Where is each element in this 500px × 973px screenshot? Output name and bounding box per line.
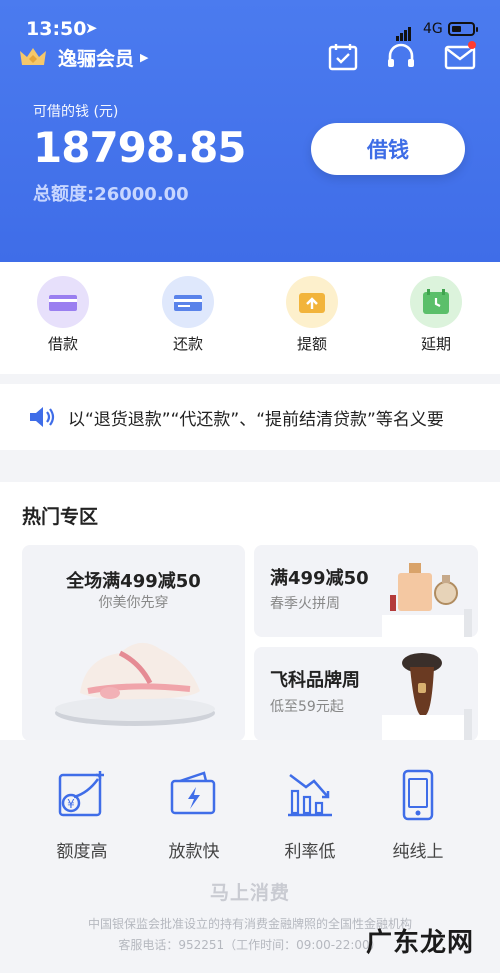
- promo-subtitle: 你美你先穿: [98, 595, 169, 611]
- notice-text: 以“退货退款”“代还款”、“提前结清贷款”等名义要: [68, 410, 444, 430]
- calendar-check-icon[interactable]: [327, 41, 359, 73]
- feature-label: 纯线上: [392, 842, 444, 862]
- header: 13:50 ➤ 4G 逸骊会员 ▶ 可借的钱 (元) 18798.85 总额度:…: [0, 0, 500, 262]
- feature-fast-loan: 放款快: [154, 767, 234, 862]
- quick-action-label: 还款: [172, 335, 203, 353]
- quick-action-label: 提额: [296, 335, 327, 353]
- quick-action-label: 借款: [47, 335, 78, 353]
- quick-action-extend[interactable]: 延期: [406, 276, 466, 354]
- total-quota: 总额度:26000.00: [33, 184, 189, 205]
- wallet-up-icon: [286, 276, 338, 328]
- promo-card-shaver[interactable]: 飞科品牌周 低至59元起: [254, 647, 478, 741]
- promo-title: 全场满499减50: [66, 571, 201, 592]
- quick-action-borrow[interactable]: 借款: [33, 276, 93, 354]
- borrow-button[interactable]: 借钱: [311, 123, 465, 175]
- footer-brand: 马上消费: [209, 882, 290, 904]
- shaver-image: [382, 653, 472, 741]
- available-amount: 18798.85: [33, 123, 247, 172]
- signal-icon: [396, 22, 412, 41]
- cosmetics-image: [382, 563, 472, 637]
- calendar-icon: [410, 276, 462, 328]
- headset-icon[interactable]: [385, 41, 417, 73]
- feature-online: 纯线上: [378, 767, 458, 862]
- svg-text:¥: ¥: [67, 797, 75, 811]
- promo-title: 满499减50: [270, 568, 369, 589]
- feature-label: 放款快: [168, 842, 220, 862]
- network-label: 4G: [423, 21, 443, 37]
- quick-actions: 借款 还款 提额 延期: [0, 262, 500, 374]
- location-arrow-icon: ➤: [85, 19, 98, 37]
- phone-icon: [402, 769, 434, 821]
- promo-subtitle: 低至59元起: [270, 699, 344, 715]
- wallet-bolt-icon: [170, 771, 216, 815]
- feature-high-quota: ¥ 额度高: [42, 767, 122, 862]
- hot-zone: 热门专区 全场满499减50 你美你先穿 满499减50 春季火拼周 飞科品牌周…: [0, 482, 500, 750]
- quick-action-label: 延期: [420, 335, 451, 353]
- promo-subtitle: 春季火拼周: [270, 596, 340, 612]
- promo-card-sneakers[interactable]: 全场满499减50 你美你先穿: [22, 545, 245, 741]
- chart-down-icon: [288, 774, 332, 817]
- sneaker-image: [55, 642, 215, 726]
- notice-bar[interactable]: 以“退货退款”“代还款”、“提前结清贷款”等名义要: [0, 384, 500, 450]
- features-row: ¥ 额度高 放款快 利率低 纯线上: [0, 740, 500, 862]
- available-label: 可借的钱 (元): [33, 104, 119, 120]
- quick-action-increase[interactable]: 提额: [282, 276, 342, 354]
- feature-label: 利率低: [284, 842, 336, 862]
- quick-action-repay[interactable]: 还款: [158, 276, 218, 354]
- promo-title: 飞科品牌周: [270, 670, 360, 691]
- feature-label: 额度高: [56, 842, 108, 862]
- battery-icon: [448, 22, 478, 36]
- promo-card-cosmetics[interactable]: 满499减50 春季火拼周: [254, 545, 478, 637]
- card-repay-icon: [162, 276, 214, 328]
- status-time: 13:50: [26, 18, 87, 40]
- speaker-icon: [30, 407, 55, 427]
- section-title: 热门专区: [22, 506, 99, 528]
- chart-up-icon: ¥: [58, 771, 104, 817]
- status-bar: 13:50 ➤ 4G: [0, 0, 500, 46]
- watermark-text: 广东龙网: [366, 928, 475, 958]
- feature-low-rate: 利率低: [270, 767, 350, 862]
- card-icon: [37, 276, 89, 328]
- mail-icon[interactable]: [444, 41, 476, 73]
